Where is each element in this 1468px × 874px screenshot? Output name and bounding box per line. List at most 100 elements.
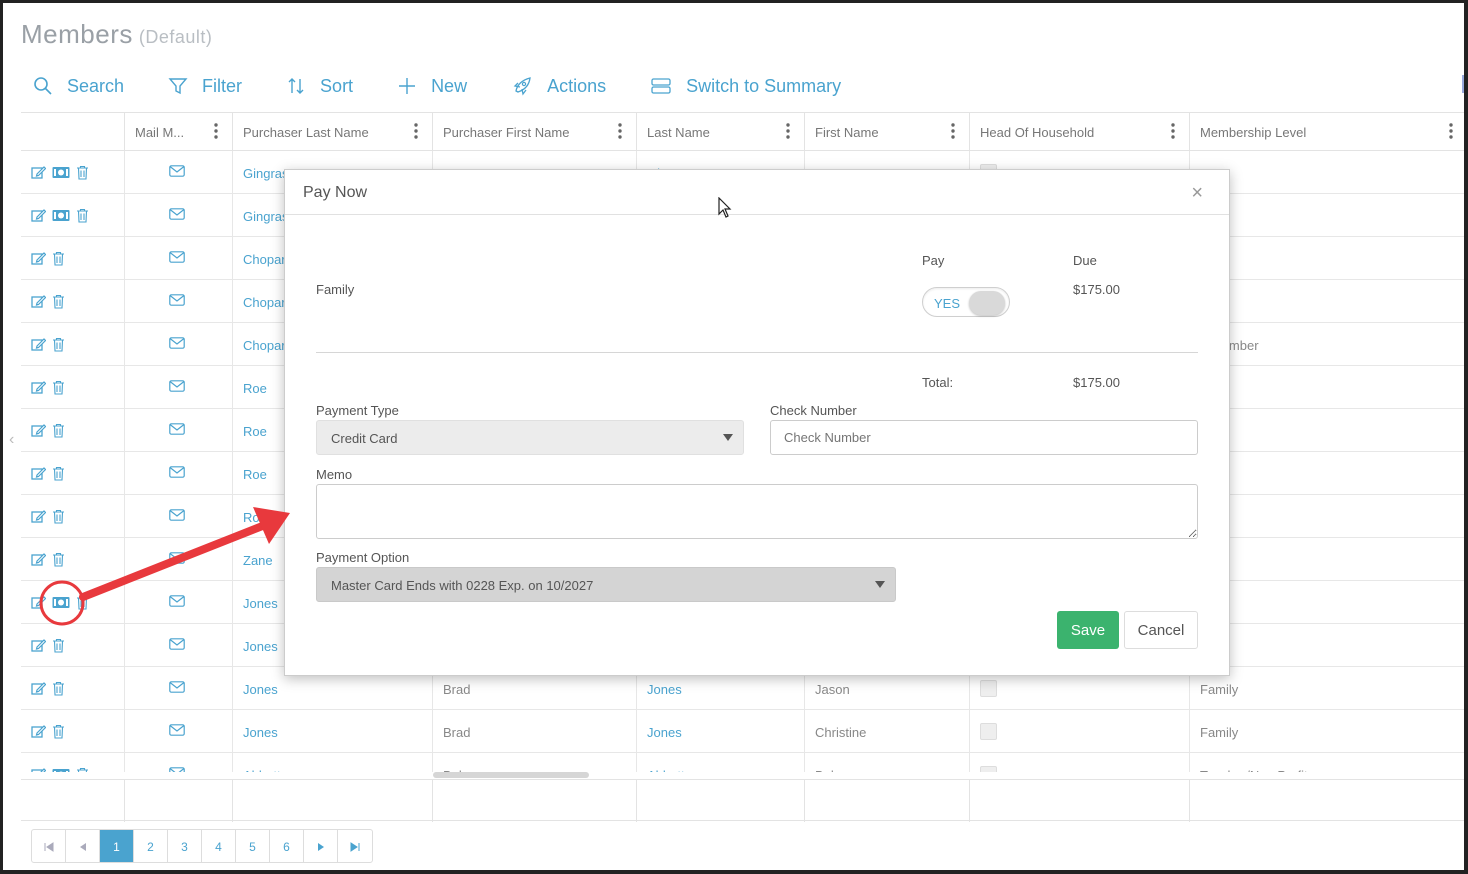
purchaser-last-name-cell-text[interactable]: Chopar [243,295,286,310]
edit-icon[interactable] [31,294,46,309]
delete-icon[interactable] [52,724,65,739]
actions-button[interactable]: Actions [511,76,606,97]
delete-icon[interactable] [52,466,65,481]
head-of-household-checkbox[interactable] [980,680,997,697]
first-page-button[interactable] [32,830,66,862]
delete-icon[interactable] [52,638,65,653]
purchaser-last-name-cell-text[interactable]: Gingras [243,166,289,181]
sort-button[interactable]: Sort [286,76,353,97]
head-of-household-header[interactable]: Head Of Household [969,113,1189,151]
search-button[interactable]: Search [33,76,124,97]
mail-icon[interactable] [169,294,185,306]
filter-button[interactable]: Filter [168,76,242,97]
edit-icon[interactable] [31,638,46,653]
cancel-button[interactable]: Cancel [1124,611,1198,649]
page-2[interactable]: 2 [134,830,168,862]
page-3[interactable]: 3 [168,830,202,862]
mail-icon[interactable] [169,337,185,349]
head-of-household-checkbox[interactable] [980,766,997,772]
last-name-cell-text[interactable]: Jones [647,682,682,697]
purchaser-last-name-cell-text[interactable]: Abbott [243,768,281,772]
delete-icon[interactable] [76,595,89,610]
edit-icon[interactable] [31,380,46,395]
mail-icon[interactable] [169,595,185,607]
page-4[interactable]: 4 [202,830,236,862]
delete-icon[interactable] [52,294,65,309]
chevron-left-icon[interactable]: ‹ [9,431,14,449]
delete-icon[interactable] [52,552,65,567]
column-menu-icon[interactable] [1171,123,1175,139]
mail-icon[interactable] [169,251,185,263]
page-1[interactable]: 1 [100,830,134,862]
page-6[interactable]: 6 [270,830,304,862]
column-menu-icon[interactable] [786,123,790,139]
column-menu-icon[interactable] [1449,123,1453,139]
edit-icon[interactable] [31,251,46,266]
mail-icon[interactable] [169,165,185,177]
edit-icon[interactable] [31,552,46,567]
purchaser-last-name-cell-text[interactable]: Jones [243,725,278,740]
table-row[interactable]: Abbott Bob Abbott Bob Teacher/Non Profit [21,753,1464,772]
pay-toggle[interactable]: YES [922,287,1010,317]
memo-textarea[interactable] [316,484,1198,539]
edit-icon[interactable] [31,423,46,438]
last-name-cell[interactable]: Jones [636,710,804,753]
column-menu-icon[interactable] [414,123,418,139]
head-of-household-checkbox[interactable] [980,723,997,740]
column-menu-icon[interactable] [214,123,218,139]
edit-icon[interactable] [31,595,46,610]
purchaser-last-name-cell-text[interactable]: Roe [243,424,267,439]
delete-icon[interactable] [52,380,65,395]
mail-icon[interactable] [169,380,185,392]
pay-now-icon[interactable] [52,768,70,772]
mail-icon[interactable] [169,638,185,650]
edit-icon[interactable] [31,165,46,180]
purchaser-last-name-cell[interactable]: Abbott [232,753,432,772]
last-name-cell[interactable]: Abbott [636,753,804,772]
purchaser-first-name-header[interactable]: Purchaser First Name [432,113,636,151]
mail-icon[interactable] [169,724,185,736]
prev-page-button[interactable] [66,830,100,862]
edit-icon[interactable] [31,466,46,481]
last-name-cell-text[interactable]: Abbott [647,768,685,772]
check-number-input[interactable] [770,420,1198,455]
edit-icon[interactable] [31,724,46,739]
purchaser-last-name-cell-text[interactable]: Jones [243,682,278,697]
last-page-button[interactable] [338,830,372,862]
delete-icon[interactable] [76,165,89,180]
edit-icon[interactable] [31,208,46,223]
delete-icon[interactable] [76,767,89,772]
next-page-button[interactable] [304,830,338,862]
purchaser-last-name-cell-text[interactable]: Chopar [243,338,286,353]
edit-icon[interactable] [31,509,46,524]
last-name-header[interactable]: Last Name [636,113,804,151]
column-menu-icon[interactable] [618,123,622,139]
edit-icon[interactable] [31,337,46,352]
payment-type-select[interactable]: Credit Card [316,420,744,455]
mail-icon[interactable] [169,681,185,693]
last-name-cell-text[interactable]: Jones [647,725,682,740]
switch-to-summary-button[interactable]: Switch to Summary [650,76,841,97]
delete-icon[interactable] [52,509,65,524]
delete-icon[interactable] [76,208,89,223]
purchaser-last-name-cell-text[interactable]: Zane [243,553,273,568]
delete-icon[interactable] [52,251,65,266]
edit-icon[interactable] [31,767,46,772]
purchaser-last-name-cell-text[interactable]: Roe [243,467,267,482]
purchaser-last-name-header[interactable]: Purchaser Last Name [232,113,432,151]
purchaser-last-name-cell-text[interactable]: Jones [243,596,278,611]
mail-header[interactable]: Mail M... [124,113,232,151]
membership-level-header[interactable]: Membership Level [1189,113,1464,151]
delete-icon[interactable] [52,337,65,352]
mail-icon[interactable] [169,466,185,478]
delete-icon[interactable] [52,423,65,438]
page-5[interactable]: 5 [236,830,270,862]
mail-icon[interactable] [169,509,185,521]
purchaser-last-name-cell[interactable]: Jones [232,710,432,753]
horizontal-scrollbar[interactable] [433,772,589,778]
first-name-header[interactable]: First Name [804,113,969,151]
mail-icon[interactable] [169,423,185,435]
new-button[interactable]: New [397,76,467,97]
save-button[interactable]: Save [1057,611,1119,649]
mail-icon[interactable] [169,208,185,220]
